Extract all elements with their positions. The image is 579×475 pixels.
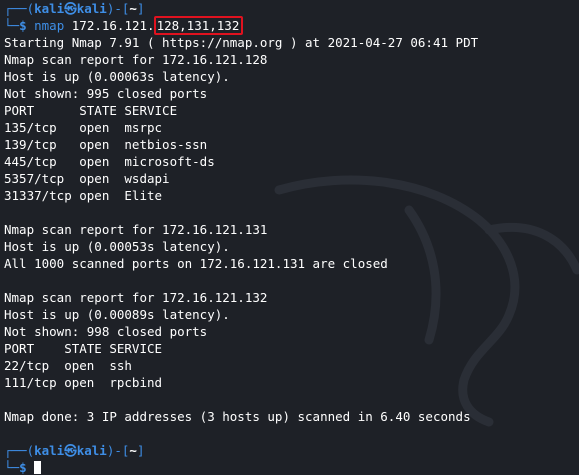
terminal-output[interactable]: ┌──(kali㉿kali)-[~] └─$ nmap 172.16.121. 1… bbox=[4, 0, 575, 475]
prompt-header: ┌──(kali㉿kali)-[~] bbox=[4, 1, 145, 16]
port-row: 5357/tcp open wsdapi bbox=[4, 171, 170, 186]
port-row: 139/tcp open netbios-ssn bbox=[4, 137, 208, 152]
highlighted-target-hosts: 128,131,132 bbox=[153, 16, 244, 35]
port-table-header: PORT STATE SERVICE bbox=[4, 103, 178, 118]
host-note: Not shown: 998 closed ports bbox=[4, 324, 208, 339]
scan-report: Nmap scan report for 172.16.121.132 bbox=[4, 290, 268, 305]
host-status: Host is up (0.00053s latency). bbox=[4, 239, 230, 254]
text-cursor bbox=[34, 461, 42, 474]
input-line[interactable]: └─$ bbox=[4, 459, 575, 475]
done-line: Nmap done: 3 IP addresses (3 hosts up) s… bbox=[4, 409, 471, 424]
command-name: nmap bbox=[34, 18, 65, 33]
port-row: 111/tcp open rpcbind bbox=[4, 375, 163, 390]
port-row: 135/tcp open msrpc bbox=[4, 120, 163, 135]
command-line: └─$ nmap 172.16.121. 128,131,132 bbox=[4, 16, 575, 35]
host-status: Host is up (0.00089s latency). bbox=[4, 307, 230, 322]
scan-report: Nmap scan report for 172.16.121.128 bbox=[4, 52, 268, 67]
host-note: All 1000 scanned ports on 172.16.121.131… bbox=[4, 256, 388, 271]
host-note: Not shown: 995 closed ports bbox=[4, 86, 208, 101]
start-line: Starting Nmap 7.91 ( https://nmap.org ) … bbox=[4, 35, 479, 50]
port-row: 31337/tcp open Elite bbox=[4, 188, 163, 203]
port-table-header: PORT STATE SERVICE bbox=[4, 341, 163, 356]
host-status: Host is up (0.00063s latency). bbox=[4, 69, 230, 84]
scan-report: Nmap scan report for 172.16.121.131 bbox=[4, 222, 268, 237]
command-target-prefix: 172.16.121. bbox=[71, 18, 155, 33]
port-row: 445/tcp open microsoft-ds bbox=[4, 154, 215, 169]
port-row: 22/tcp open ssh bbox=[4, 358, 132, 373]
prompt-header: ┌──(kali㉿kali)-[~] bbox=[4, 443, 145, 458]
